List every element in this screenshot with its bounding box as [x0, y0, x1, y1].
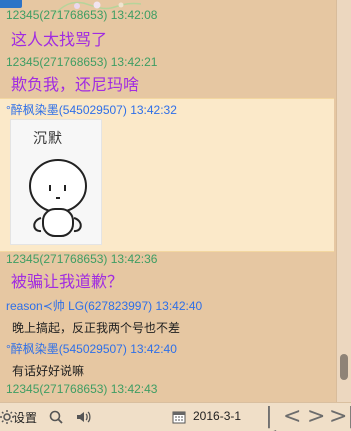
message-text: 有话好好说嘛 — [12, 364, 85, 378]
vertical-scrollbar[interactable] — [336, 0, 351, 402]
search-icon — [49, 410, 63, 424]
date-selector[interactable]: 2016-3-1 — [172, 409, 249, 426]
message-meta: °醉枫染墨(545029507) 13:42:40 — [6, 342, 177, 356]
message-text: 被骗让我道歉？ — [11, 272, 124, 291]
last-page-icon[interactable]: >| — [329, 406, 351, 428]
next-page-icon[interactable]: > — [307, 406, 325, 428]
message-meta: 12345(271768653) 13:42:21 — [6, 55, 158, 69]
message-meta: 12345(271768653) 13:42:43 — [6, 382, 158, 396]
message-meta: °醉枫染墨(545029507) 13:42:32 — [6, 103, 177, 117]
message-text: 晚上搞起，反正我两个号也不差 — [12, 321, 181, 335]
scroll-thumb[interactable] — [340, 354, 348, 380]
top-tab[interactable] — [0, 0, 22, 8]
search-icon[interactable] — [47, 408, 65, 426]
prev-page-icon[interactable]: < — [283, 406, 301, 428]
message-meta: reason≺帅 LG(627823997) 13:42:40 — [6, 299, 203, 313]
message-text: 这人太找骂了 — [11, 30, 108, 49]
speaker-icon — [77, 411, 91, 423]
first-page-icon[interactable]: |< — [260, 406, 278, 431]
calendar-icon — [172, 411, 186, 424]
message-text: 欺负我，还尼玛啥 — [11, 75, 140, 94]
sticker-label: 沉默 — [33, 131, 63, 147]
message-list[interactable]: 12345(271768653) 13:42:08 这人太找骂了 12345(2… — [0, 0, 336, 402]
speaker-icon[interactable] — [75, 408, 93, 426]
message-meta: 12345(271768653) 13:42:08 — [6, 8, 158, 22]
settings-label[interactable]: 设置 — [13, 410, 37, 426]
message-meta: 12345(271768653) 13:42:36 — [6, 252, 158, 266]
bottom-toolbar: 设置 2016-3-1 |< < > >| — [0, 402, 351, 431]
sticker-image[interactable]: 沉默 — [10, 119, 102, 245]
date-value: 2016-3-1 — [193, 409, 242, 423]
chat-history-window: 12345(271768653) 13:42:08 这人太找骂了 12345(2… — [0, 0, 351, 431]
